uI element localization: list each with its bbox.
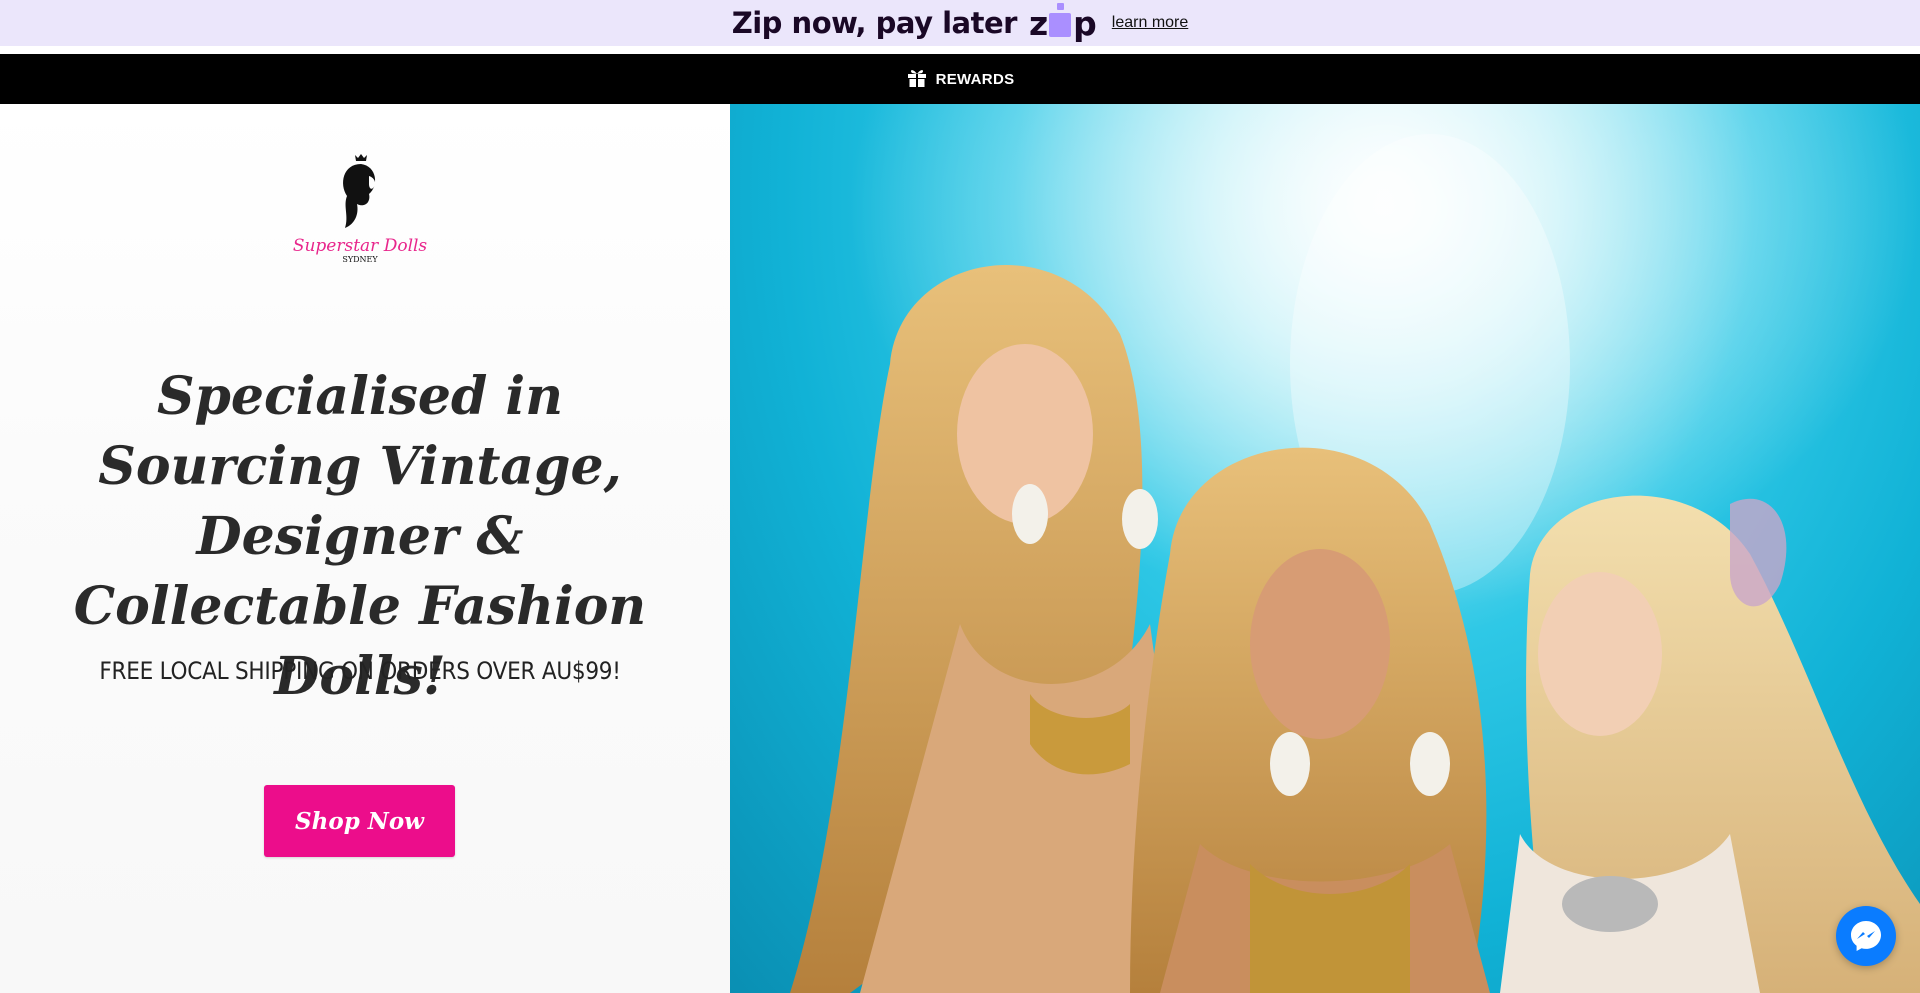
doll-silhouette-icon bbox=[343, 154, 376, 228]
hero-text-panel: Superstar Dolls SYDNEY Specialised in So… bbox=[0, 104, 730, 993]
hero-image bbox=[730, 104, 1920, 993]
zip-promo-text: Zip now, pay later bbox=[731, 6, 1018, 40]
brand-name: Superstar Dolls bbox=[292, 236, 428, 256]
brand-logo[interactable]: Superstar Dolls SYDNEY bbox=[255, 134, 465, 284]
learn-more-link[interactable]: learn more bbox=[1112, 14, 1188, 32]
shop-now-button[interactable]: Shop Now bbox=[264, 785, 455, 857]
rewards-bar[interactable]: REWARDS bbox=[0, 54, 1920, 104]
shipping-notice: FREE LOCAL SHIPPING ON ORDERS OVER AU$99… bbox=[99, 657, 621, 685]
zip-logo: zp bbox=[1028, 3, 1097, 43]
gift-icon bbox=[906, 66, 928, 93]
zip-promo-banner: Zip now, pay later zp learn more bbox=[0, 0, 1920, 50]
messenger-chat-button[interactable] bbox=[1836, 906, 1896, 966]
brand-subtitle: SYDNEY bbox=[342, 255, 378, 264]
mermaid-dolls-illustration bbox=[730, 104, 1920, 993]
messenger-icon bbox=[1851, 921, 1881, 951]
rewards-label: REWARDS bbox=[935, 70, 1015, 88]
